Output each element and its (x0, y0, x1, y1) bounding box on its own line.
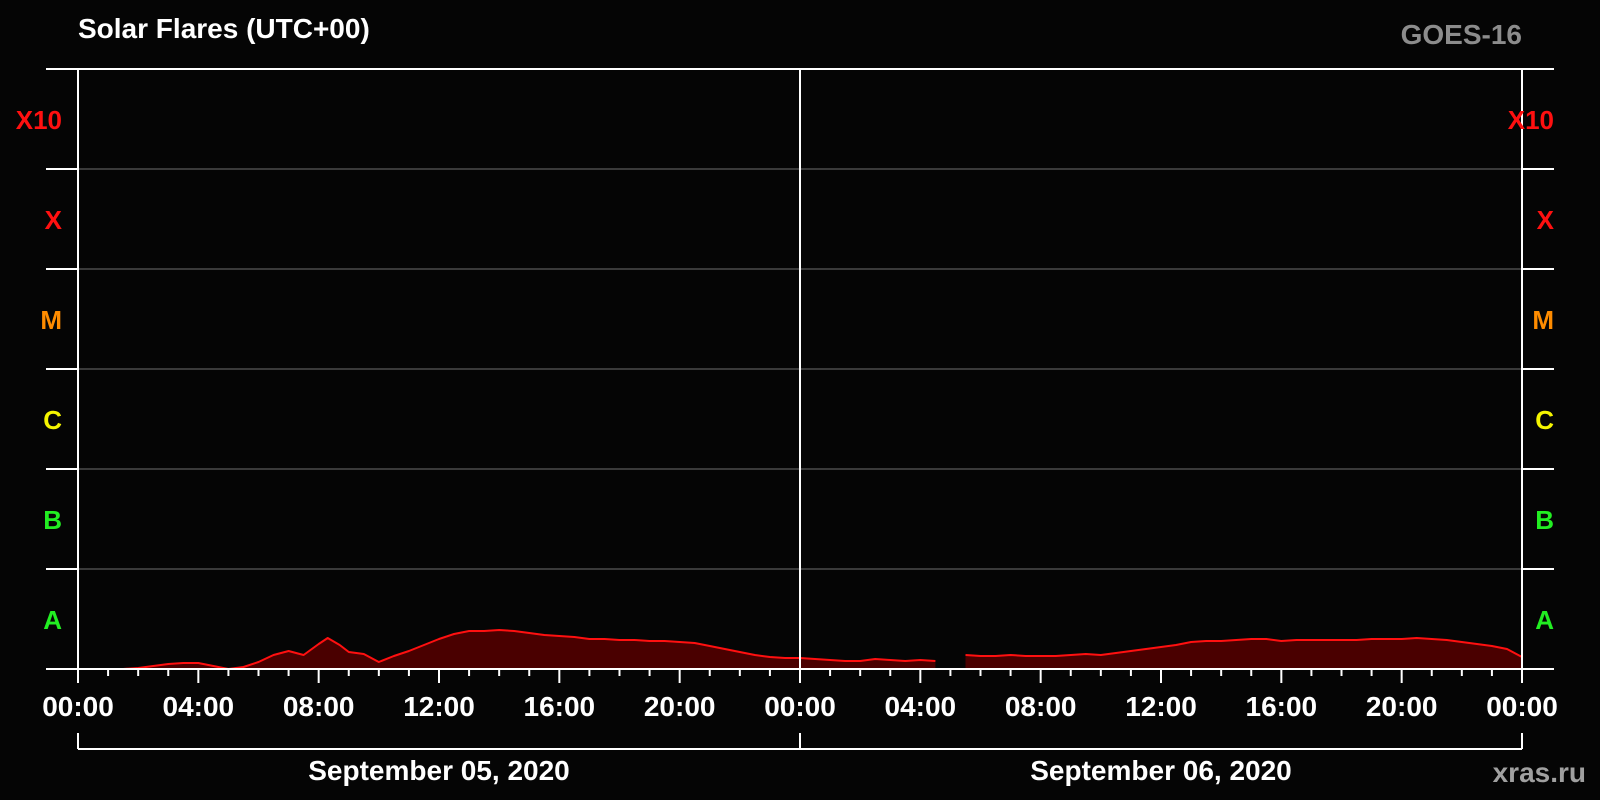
x-tick-label: 12:00 (1125, 691, 1197, 722)
date-label: September 05, 2020 (308, 755, 570, 786)
x-tick-label: 00:00 (42, 691, 114, 722)
y-class-label-right: B (1535, 505, 1554, 535)
x-tick-label: 20:00 (1366, 691, 1438, 722)
y-class-label-left: M (40, 305, 62, 335)
date-label: September 06, 2020 (1030, 755, 1292, 786)
x-tick-label: 08:00 (1005, 691, 1077, 722)
x-tick-label: 04:00 (885, 691, 957, 722)
x-tick-label: 16:00 (1246, 691, 1318, 722)
y-class-label-right: M (1532, 305, 1554, 335)
x-tick-label: 00:00 (764, 691, 836, 722)
y-class-label-left: A (43, 605, 62, 635)
y-class-label-left: B (43, 505, 62, 535)
y-class-label-left: C (43, 405, 62, 435)
x-tick-label: 12:00 (403, 691, 475, 722)
solar-flare-chart: Solar Flares (UTC+00) GOES-16 xras.ru A A… (0, 0, 1600, 800)
x-tick-label: 00:00 (1486, 691, 1558, 722)
y-class-label-right: A (1535, 605, 1554, 635)
y-class-label-left: X10 (16, 105, 62, 135)
satellite-label: GOES-16 (1401, 19, 1522, 50)
watermark-text: xras.ru (1493, 757, 1586, 788)
x-tick-label: 04:00 (163, 691, 235, 722)
x-tick-label: 16:00 (524, 691, 596, 722)
y-class-label-right: C (1535, 405, 1554, 435)
y-class-label-right: X (1537, 205, 1555, 235)
y-class-label-left: X (45, 205, 63, 235)
x-tick-label: 08:00 (283, 691, 355, 722)
x-tick-label: 20:00 (644, 691, 716, 722)
chart-title: Solar Flares (UTC+00) (78, 13, 370, 44)
y-class-label-right: X10 (1508, 105, 1554, 135)
